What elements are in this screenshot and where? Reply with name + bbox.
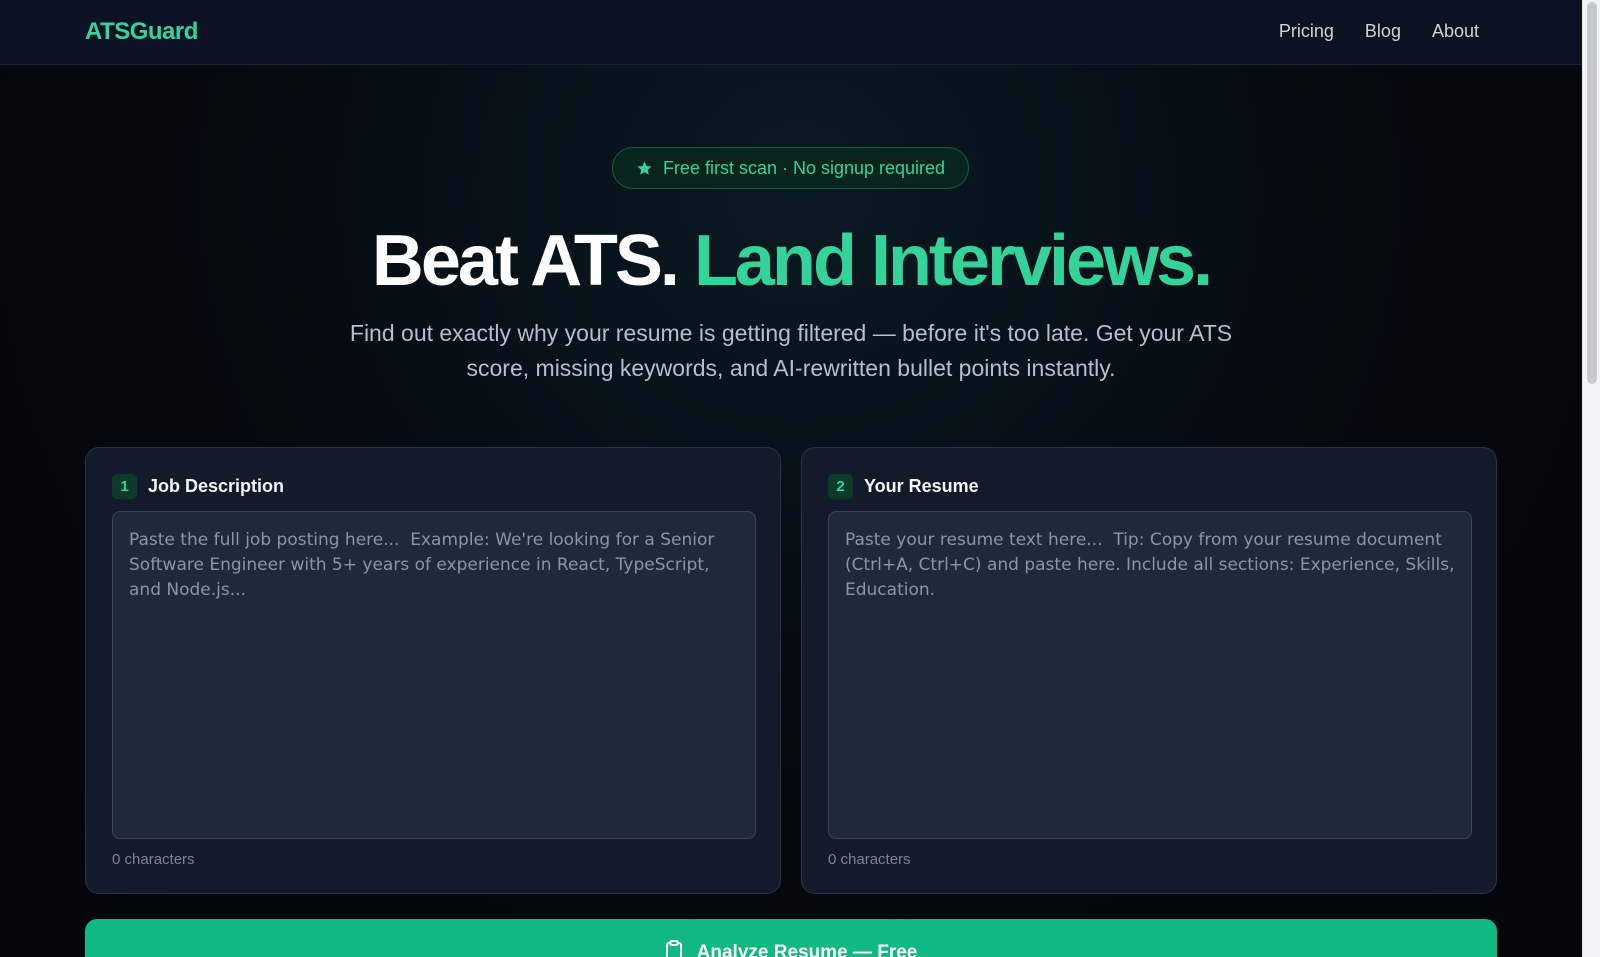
star-icon <box>637 160 652 175</box>
nav-link-blog[interactable]: Blog <box>1365 21 1401 42</box>
card-title: Job Description <box>148 476 285 496</box>
character-count: 0 characters <box>828 851 911 868</box>
badge-text: Free first scan · No signup required <box>662 157 946 178</box>
hero-title: Beat ATS. Land Interviews. <box>0 218 1582 304</box>
resume-input[interactable] <box>828 511 1472 839</box>
top-nav: ATSGuard Pricing Blog About <box>0 0 1582 65</box>
logo[interactable]: ATSGuard <box>85 18 198 46</box>
hero-subtitle: Find out exactly why your resume is gett… <box>349 320 1233 381</box>
scrollbar-thumb[interactable] <box>1587 2 1597 384</box>
hero-title-accent: Land Interviews. <box>693 221 1213 301</box>
nav-link-pricing[interactable]: Pricing <box>1279 21 1334 42</box>
card-header: 2 Your Resume <box>828 474 979 499</box>
job-description-input[interactable] <box>112 511 756 839</box>
free-scan-badge: Free first scan · No signup required <box>612 147 969 189</box>
hero-title-main: Beat ATS. <box>371 221 680 301</box>
clipboard-icon <box>665 940 682 957</box>
nav-link-about[interactable]: About <box>1432 21 1479 42</box>
nav-links: Pricing Blog About <box>1279 21 1479 42</box>
job-description-card: 1 Job Description 0 characters <box>85 447 781 894</box>
card-header: 1 Job Description <box>112 474 284 499</box>
analyze-button-label: Analyze Resume — Free <box>696 942 918 957</box>
resume-card: 2 Your Resume 0 characters <box>801 447 1497 894</box>
step-number-badge: 1 <box>112 474 137 499</box>
step-number-badge: 2 <box>828 474 853 499</box>
analyze-resume-button[interactable]: Analyze Resume — Free <box>85 919 1497 957</box>
page: ATSGuard Pricing Blog About Free first s… <box>0 0 1600 957</box>
card-title: Your Resume <box>864 476 979 496</box>
character-count: 0 characters <box>112 851 195 868</box>
page-scrollbar[interactable] <box>1582 0 1600 957</box>
